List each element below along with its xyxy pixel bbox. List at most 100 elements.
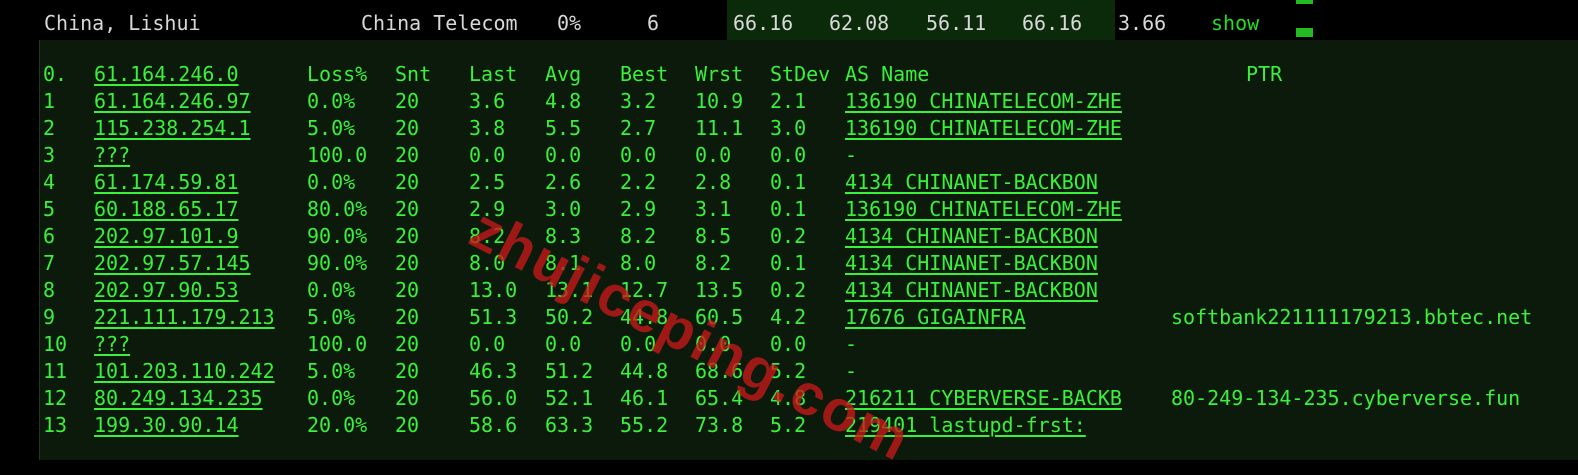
hop-loss: 20.0%	[307, 413, 368, 437]
hop-avg: 0.0	[545, 332, 582, 356]
hop-wrst: 0.0	[695, 143, 732, 167]
header-hop: 0.	[43, 62, 68, 86]
hop-host-link[interactable]: 61.174.59.81	[94, 169, 239, 196]
hop-best: 8.2	[620, 224, 657, 248]
hop-loss: 5.0%	[307, 359, 356, 383]
hop-host-link[interactable]: 61.164.246.97	[94, 88, 251, 115]
hop-row: 7 202.97.57.145 90.0% 20 8.0 8.1 8.0 8.2 0.1 4134…	[0, 250, 1578, 277]
hop-host-link[interactable]: ???	[94, 142, 130, 169]
hop-host-link[interactable]: 221.111.179.213	[94, 304, 275, 331]
hop-last: 3.6	[469, 89, 506, 113]
hop-row: 2 115.238.254.1 5.0% 20 3.8 5.5 2.7 11.1 3.0 1361…	[0, 115, 1578, 142]
hop-as-name[interactable]: 136190 CHINATELECOM-ZHE	[845, 115, 1122, 142]
hop-stdev: 3.0	[770, 116, 807, 140]
hop-best: 12.7	[620, 278, 669, 302]
show-details-link[interactable]: show	[1211, 10, 1259, 36]
hop-avg: 51.2	[545, 359, 594, 383]
hop-as-name[interactable]: 136190 CHINATELECOM-ZHE	[845, 196, 1122, 223]
hop-avg: 0.0	[545, 143, 582, 167]
hop-as-name[interactable]: 4134 CHINANET-BACKBON	[845, 223, 1098, 250]
hop-host-link[interactable]: 60.188.65.17	[94, 196, 239, 223]
hop-loss: 80.0%	[307, 197, 368, 221]
hop-row: 12 80.249.134.235 0.0% 20 56.0 52.1 46.1 65.4 4.…	[0, 385, 1578, 412]
hop-best: 2.7	[620, 116, 657, 140]
hop-wrst: 10.9	[695, 89, 744, 113]
hop-wrst: 8.2	[695, 251, 732, 275]
hop-loss: 0.0%	[307, 278, 356, 302]
hop-number: 3	[43, 143, 56, 167]
trace-header-row: 0. 61.164.246.0 Loss% Snt Last Avg Best …	[0, 61, 1578, 88]
hop-as-name[interactable]: 17676 GIGAINFRA	[845, 304, 1026, 331]
hop-stdev: 4.8	[770, 386, 807, 410]
hop-as-name[interactable]: 4134 CHINANET-BACKBON	[845, 277, 1098, 304]
hop-avg: 50.2	[545, 305, 594, 329]
hop-snt: 20	[395, 197, 420, 221]
hop-row: 3??? 100.0 20 0.0 0.0 0.0 0.0 0.0 -	[0, 142, 1578, 169]
hop-stdev: 0.1	[770, 197, 807, 221]
hop-snt: 20	[395, 89, 420, 113]
hop-last: 58.6	[469, 413, 518, 437]
hop-avg: 4.8	[545, 89, 582, 113]
hop-snt: 20	[395, 116, 420, 140]
hop-snt: 20	[395, 386, 420, 410]
summary-loss: 0%	[557, 11, 582, 35]
summary-location: China, Lishui	[44, 11, 201, 35]
result-summary-row: China, Lishui China Telecom 0% 6 66.16 6…	[0, 0, 1578, 40]
hop-loss: 0.0%	[307, 386, 356, 410]
header-loss: Loss%	[307, 62, 368, 86]
hop-avg: 2.6	[545, 170, 582, 194]
hop-snt: 20	[395, 224, 420, 248]
hop-as-name[interactable]: 219401 lastupd-frst:	[845, 412, 1086, 439]
hop-host-link[interactable]: 80.249.134.235	[94, 385, 263, 412]
summary-isp: China Telecom	[361, 11, 518, 35]
hop-row: 6 202.97.101.9 90.0% 20 8.2 8.3 8.2 8.5 0.2 4134 …	[0, 223, 1578, 250]
hop-last: 2.5	[469, 170, 506, 194]
hop-row: 9 221.111.179.213 5.0% 20 51.3 50.2 44.8 60.5 4.…	[0, 304, 1578, 331]
hop-stdev: 0.2	[770, 224, 807, 248]
hop-avg: 5.5	[545, 116, 582, 140]
hop-host-link[interactable]: ???	[94, 331, 130, 358]
hop-as-name[interactable]: 216211 CYBERVERSE-BACKB	[845, 385, 1122, 412]
hop-stdev: 5.2	[770, 359, 807, 383]
hop-host-link[interactable]: 202.97.101.9	[94, 223, 239, 250]
hop-stdev: 4.2	[770, 305, 807, 329]
hop-stdev: 0.1	[770, 170, 807, 194]
hop-best: 2.9	[620, 197, 657, 221]
hop-host-link[interactable]: 199.30.90.14	[94, 412, 239, 439]
hop-wrst: 13.5	[695, 278, 744, 302]
hop-host-link[interactable]: 202.97.57.145	[94, 250, 251, 277]
hop-wrst: 68.6	[695, 359, 744, 383]
hop-number: 1	[43, 89, 56, 113]
hop-snt: 20	[395, 143, 420, 167]
hop-row: 4 61.174.59.81 0.0% 20 2.5 2.6 2.2 2.8 0.1 4134 C…	[0, 169, 1578, 196]
status-bar-top	[1296, 0, 1313, 4]
hop-loss: 100.0	[307, 143, 368, 167]
hop-host-link[interactable]: 115.238.254.1	[94, 115, 251, 142]
hop-last: 3.8	[469, 116, 506, 140]
hop-stdev: 2.1	[770, 89, 807, 113]
hop-stdev: 5.2	[770, 413, 807, 437]
header-last: Last	[469, 62, 518, 86]
hop-loss: 5.0%	[307, 116, 356, 140]
hop-as-name[interactable]: 4134 CHINANET-BACKBON	[845, 169, 1098, 196]
hop-host-link[interactable]: 101.203.110.242	[94, 358, 275, 385]
hop-last: 46.3	[469, 359, 518, 383]
hop-last: 13.0	[469, 278, 518, 302]
hop-stdev: 0.1	[770, 251, 807, 275]
hop-best: 3.2	[620, 89, 657, 113]
hop-avg: 52.1	[545, 386, 594, 410]
hop-last: 0.0	[469, 143, 506, 167]
hop-host-link[interactable]: 202.97.90.53	[94, 277, 239, 304]
header-host-link[interactable]: 61.164.246.0	[94, 61, 239, 88]
hop-loss: 90.0%	[307, 224, 368, 248]
hop-wrst: 60.5	[695, 305, 744, 329]
hop-as-name[interactable]: 136190 CHINATELECOM-ZHE	[845, 88, 1122, 115]
hop-row: 13 199.30.90.14 20.0% 20 58.6 63.3 55.2 73.8 5.2…	[0, 412, 1578, 439]
summary-stdev: 3.66	[1118, 11, 1167, 35]
hop-as-name: -	[845, 359, 858, 383]
hop-avg: 8.3	[545, 224, 582, 248]
hop-best: 2.2	[620, 170, 657, 194]
hop-row: 10??? 100.0 20 0.0 0.0 0.0 0.0 0.0 -	[0, 331, 1578, 358]
hop-row: 11 101.203.110.242 5.0% 20 46.3 51.2 44.8 68.6 5…	[0, 358, 1578, 385]
hop-as-name[interactable]: 4134 CHINANET-BACKBON	[845, 250, 1098, 277]
